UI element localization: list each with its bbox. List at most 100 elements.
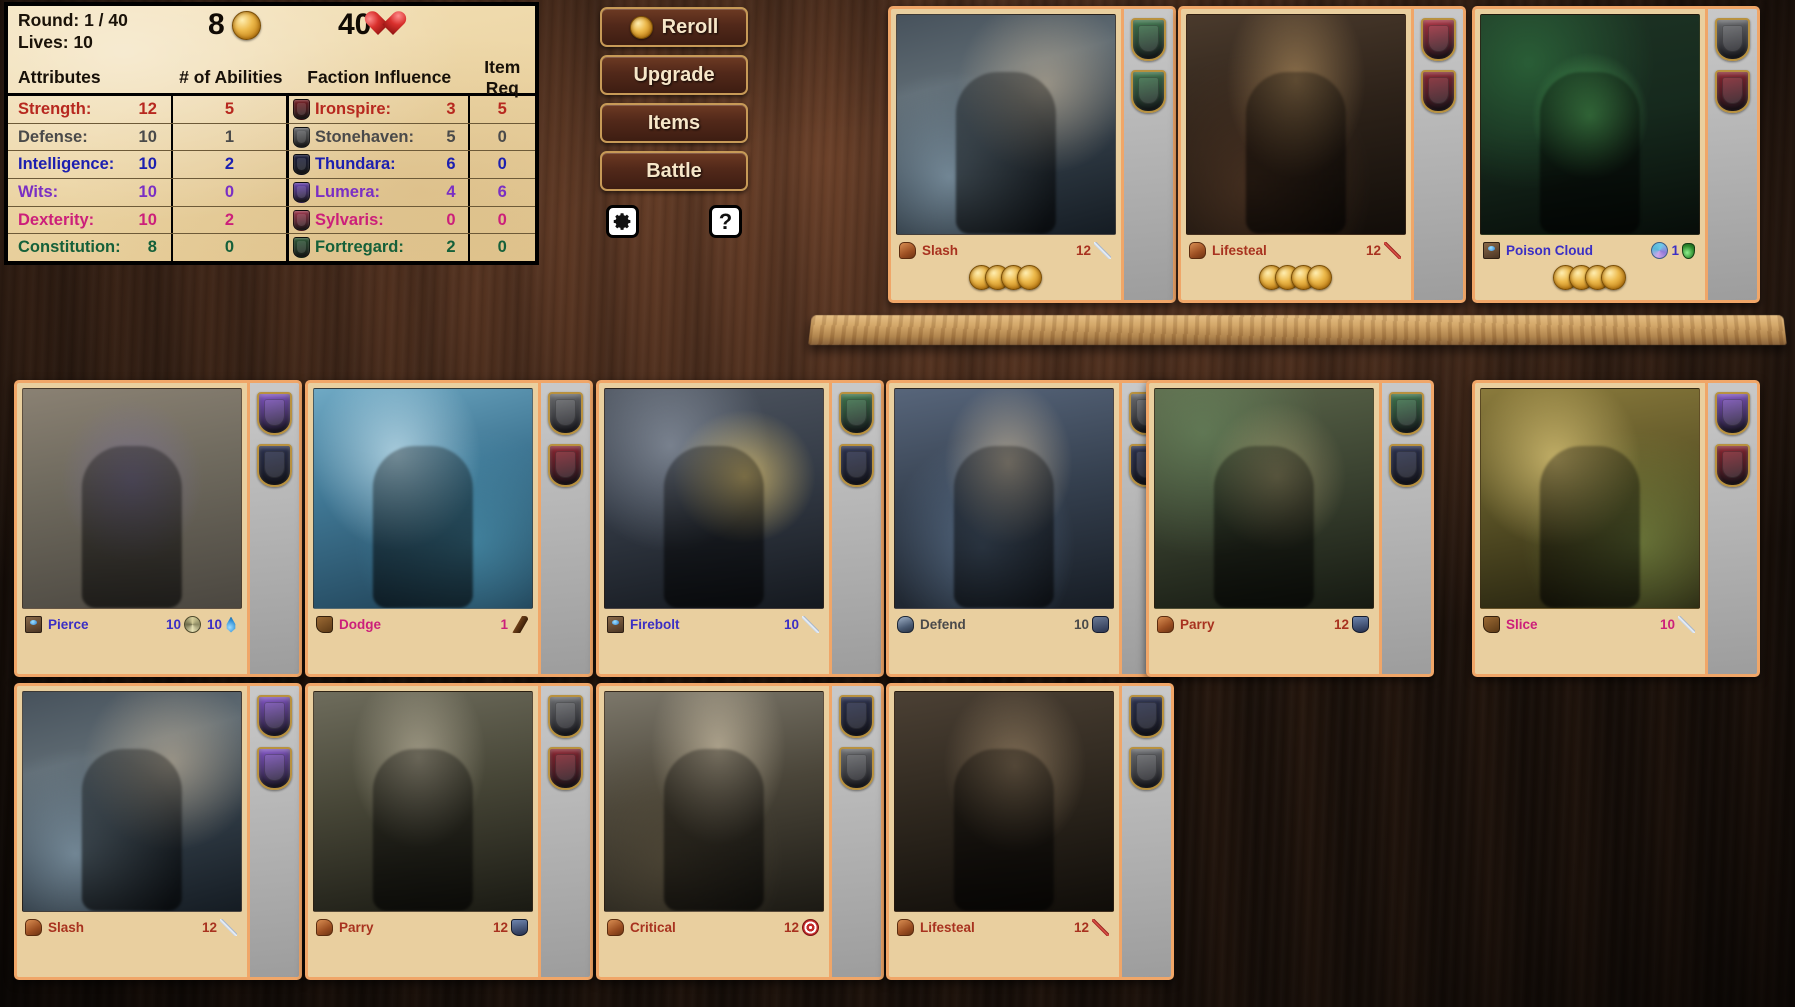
card-art-figure (372, 748, 474, 911)
card-faction-sidebar (1379, 383, 1431, 674)
battle-button[interactable]: Battle (600, 151, 748, 191)
lives-label: Lives: 10 (18, 32, 93, 53)
cost-coin-stack (1552, 264, 1626, 290)
settings-button[interactable] (606, 205, 639, 238)
item-req-value: 0 (497, 127, 507, 146)
card-faction-sidebar (247, 686, 299, 977)
faction-crest-icon (292, 237, 310, 259)
card-name: Critical (630, 920, 676, 935)
ability-count-cell: 0 (173, 179, 289, 206)
round-label: Round: 1 / 40 (18, 10, 128, 30)
card-body: Dodge 1 (308, 383, 538, 674)
faction-value: 6 (446, 155, 456, 174)
stats-row: Intelligence: 10 2 Thundara: 6 0 (8, 151, 535, 180)
owned-card[interactable]: Dodge 1 (305, 380, 593, 677)
faction-cell: Fortregard: 2 (289, 234, 470, 262)
card-artwork (1480, 388, 1700, 609)
attribute-cell: Strength: 12 (8, 96, 173, 123)
book-icon (1483, 242, 1500, 259)
card-artwork (313, 691, 533, 912)
owned-card[interactable]: Slice 10 (1472, 380, 1760, 677)
card-info: Slash 12 (896, 239, 1116, 295)
ability-count-cell: 2 (173, 206, 289, 234)
card-stat-value: 1 (500, 617, 508, 632)
owned-card[interactable]: Parry 12 (1146, 380, 1434, 677)
card-name: Poison Cloud (1506, 243, 1593, 258)
card-name-line: Lifesteal 12 (897, 919, 1109, 936)
owned-card[interactable]: Pierce 10 10 (14, 380, 302, 677)
items-label: Items (647, 111, 701, 134)
attribute-cell: Intelligence: 10 (8, 151, 173, 179)
card-art-figure (1539, 71, 1641, 234)
card-name: Dodge (339, 617, 381, 632)
card-artwork (604, 691, 824, 912)
attribute-cell: Wits: 10 (8, 179, 173, 206)
card-faction-crest-icon (1389, 444, 1424, 487)
faction-cell: Stonehaven: 5 (289, 123, 470, 151)
card-faction-crest-icon (257, 392, 292, 435)
help-button[interactable]: ? (709, 205, 742, 238)
ability-count-cell: 5 (173, 96, 289, 123)
card-artwork (22, 388, 242, 609)
owned-card[interactable]: Firebolt 10 (596, 380, 884, 677)
card-body: Slice 10 (1475, 383, 1705, 674)
card-faction-sidebar (1705, 9, 1757, 300)
card-info: Slice 10 (1480, 613, 1700, 669)
owned-card[interactable]: Critical 12 (596, 683, 884, 980)
stats-row: Dexterity: 10 2 Sylvaris: 0 0 (8, 206, 535, 235)
sword-icon (1678, 616, 1695, 633)
reroll-button[interactable]: Reroll (600, 7, 748, 47)
faction-value: 4 (446, 182, 456, 201)
faction-cell: Lumera: 4 (289, 179, 470, 206)
owned-card[interactable]: Slash 12 (14, 683, 302, 980)
arm-icon (316, 919, 333, 936)
ability-count: 2 (224, 155, 234, 174)
owned-card[interactable]: Lifesteal 12 (886, 683, 1174, 980)
card-faction-sidebar (538, 686, 590, 977)
card-info: Parry 12 (313, 916, 533, 972)
items-button[interactable]: Items (600, 103, 748, 143)
cost-coin-stack (968, 264, 1042, 290)
card-faction-crest-icon (548, 392, 583, 435)
ability-count: 1 (224, 127, 234, 146)
card-body: Lifesteal 12 (889, 686, 1119, 977)
header-faction: Faction Influence (307, 67, 452, 87)
card-name-line: Parry 12 (1157, 616, 1369, 633)
round-and-lives: Round: 1 / 40 Lives: 10 (8, 9, 170, 54)
card-faction-crest-icon (1421, 18, 1456, 61)
table-header: Attributes # of Abilities Faction Influe… (8, 57, 535, 98)
shop-card[interactable]: Lifesteal 12 (1178, 6, 1466, 303)
card-stat: 12 (202, 919, 237, 936)
upgrade-button[interactable]: Upgrade (600, 55, 748, 95)
card-name-line: Dodge 1 (316, 616, 528, 633)
card-stat: 10 (1660, 616, 1695, 633)
attribute-name: Defense: (18, 127, 88, 146)
cost-coin-stack (1258, 264, 1332, 290)
cost-coin-icon (1016, 264, 1042, 290)
shield-icon (1352, 616, 1369, 633)
card-stat: 12 (1334, 616, 1369, 633)
card-info: Lifesteal 12 (1186, 239, 1406, 295)
card-info: Dodge 1 (313, 613, 533, 669)
faction-crest-icon (292, 181, 310, 203)
faction-value: 3 (446, 99, 456, 118)
card-faction-crest-icon (1129, 695, 1164, 738)
card-stat: 1 (1651, 242, 1695, 259)
cost-coin-icon (1306, 264, 1332, 290)
owned-card[interactable]: Defend 10 (886, 380, 1174, 677)
item-req-cell: 0 (470, 124, 535, 151)
faction-name: Sylvaris: (314, 210, 384, 229)
card-art-figure (663, 445, 765, 608)
shop-card[interactable]: Slash 12 (888, 6, 1176, 303)
attribute-cell: Dexterity: 10 (8, 206, 173, 234)
owned-card[interactable]: Parry 12 (305, 683, 593, 980)
attribute-name: Constitution: (18, 238, 121, 257)
book-icon (607, 616, 624, 633)
shop-card[interactable]: Poison Cloud 1 (1472, 6, 1760, 303)
heart-icon (378, 11, 406, 38)
card-cost (1483, 259, 1695, 295)
item-req-cell: 0 (470, 151, 535, 178)
stats-row: Strength: 12 5 Ironspire: 3 5 (8, 96, 535, 124)
card-body: Critical 12 (599, 686, 829, 977)
attribute-name: Intelligence: (18, 155, 115, 174)
